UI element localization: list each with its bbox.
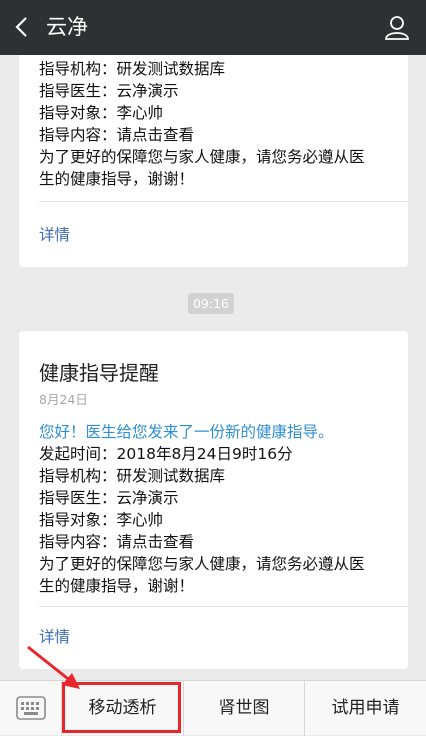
message-card-health-guidance[interactable]: 健康指导提醒 8月24日 您好！医生给您发来了一份新的健康指导。 发起时间：20… <box>19 331 408 669</box>
chevron-left-icon[interactable] <box>12 16 34 38</box>
keyboard-icon <box>16 696 46 720</box>
message-line: 指导内容：请点击查看 <box>39 533 195 551</box>
greeting-line: 您好！医生给您发来了一份新的健康指导。 <box>39 423 334 441</box>
user-icon[interactable] <box>384 14 410 40</box>
page-title: 云净 <box>46 15 88 39</box>
message-card-previous[interactable]: 指导机构：研发测试数据库 指导医生：云净演示 指导对象：李心帅 指导内容：请点击… <box>19 55 408 267</box>
message-line: 指导医生：云净演示 <box>39 489 179 507</box>
message-line: 指导医生：云净演示 <box>39 82 179 100</box>
message-line: 指导机构：研发测试数据库 <box>39 467 226 485</box>
header-bar: 云净 <box>0 0 426 55</box>
message-line: 指导对象：李心帅 <box>39 511 164 529</box>
menu-item-kidney-map[interactable]: 肾世图 <box>184 681 305 736</box>
detail-link[interactable]: 详情 <box>39 625 70 647</box>
divider <box>39 201 408 202</box>
message-line: 生的健康指导，谢谢！ <box>39 170 195 188</box>
message-line: 为了更好的保障您与家人健康，请您务必遵从医 <box>39 148 365 166</box>
card-title: 健康指导提醒 <box>39 361 159 385</box>
divider <box>39 606 408 607</box>
card-date: 8月24日 <box>39 392 88 407</box>
message-line: 发起时间：2018年8月24日9时16分 <box>39 445 293 463</box>
message-line: 为了更好的保障您与家人健康，请您务必遵从医 <box>39 555 365 573</box>
message-timestamp: 09:16 <box>188 293 234 314</box>
menu-item-trial-application[interactable]: 试用申请 <box>305 681 426 736</box>
message-line: 生的健康指导，谢谢！ <box>39 577 195 595</box>
annotation-arrow-icon <box>27 645 80 689</box>
message-line: 指导机构：研发测试数据库 <box>39 60 226 78</box>
message-line: 指导内容：请点击查看 <box>39 126 195 144</box>
message-line: 指导对象：李心帅 <box>39 104 164 122</box>
detail-link[interactable]: 详情 <box>39 223 70 245</box>
